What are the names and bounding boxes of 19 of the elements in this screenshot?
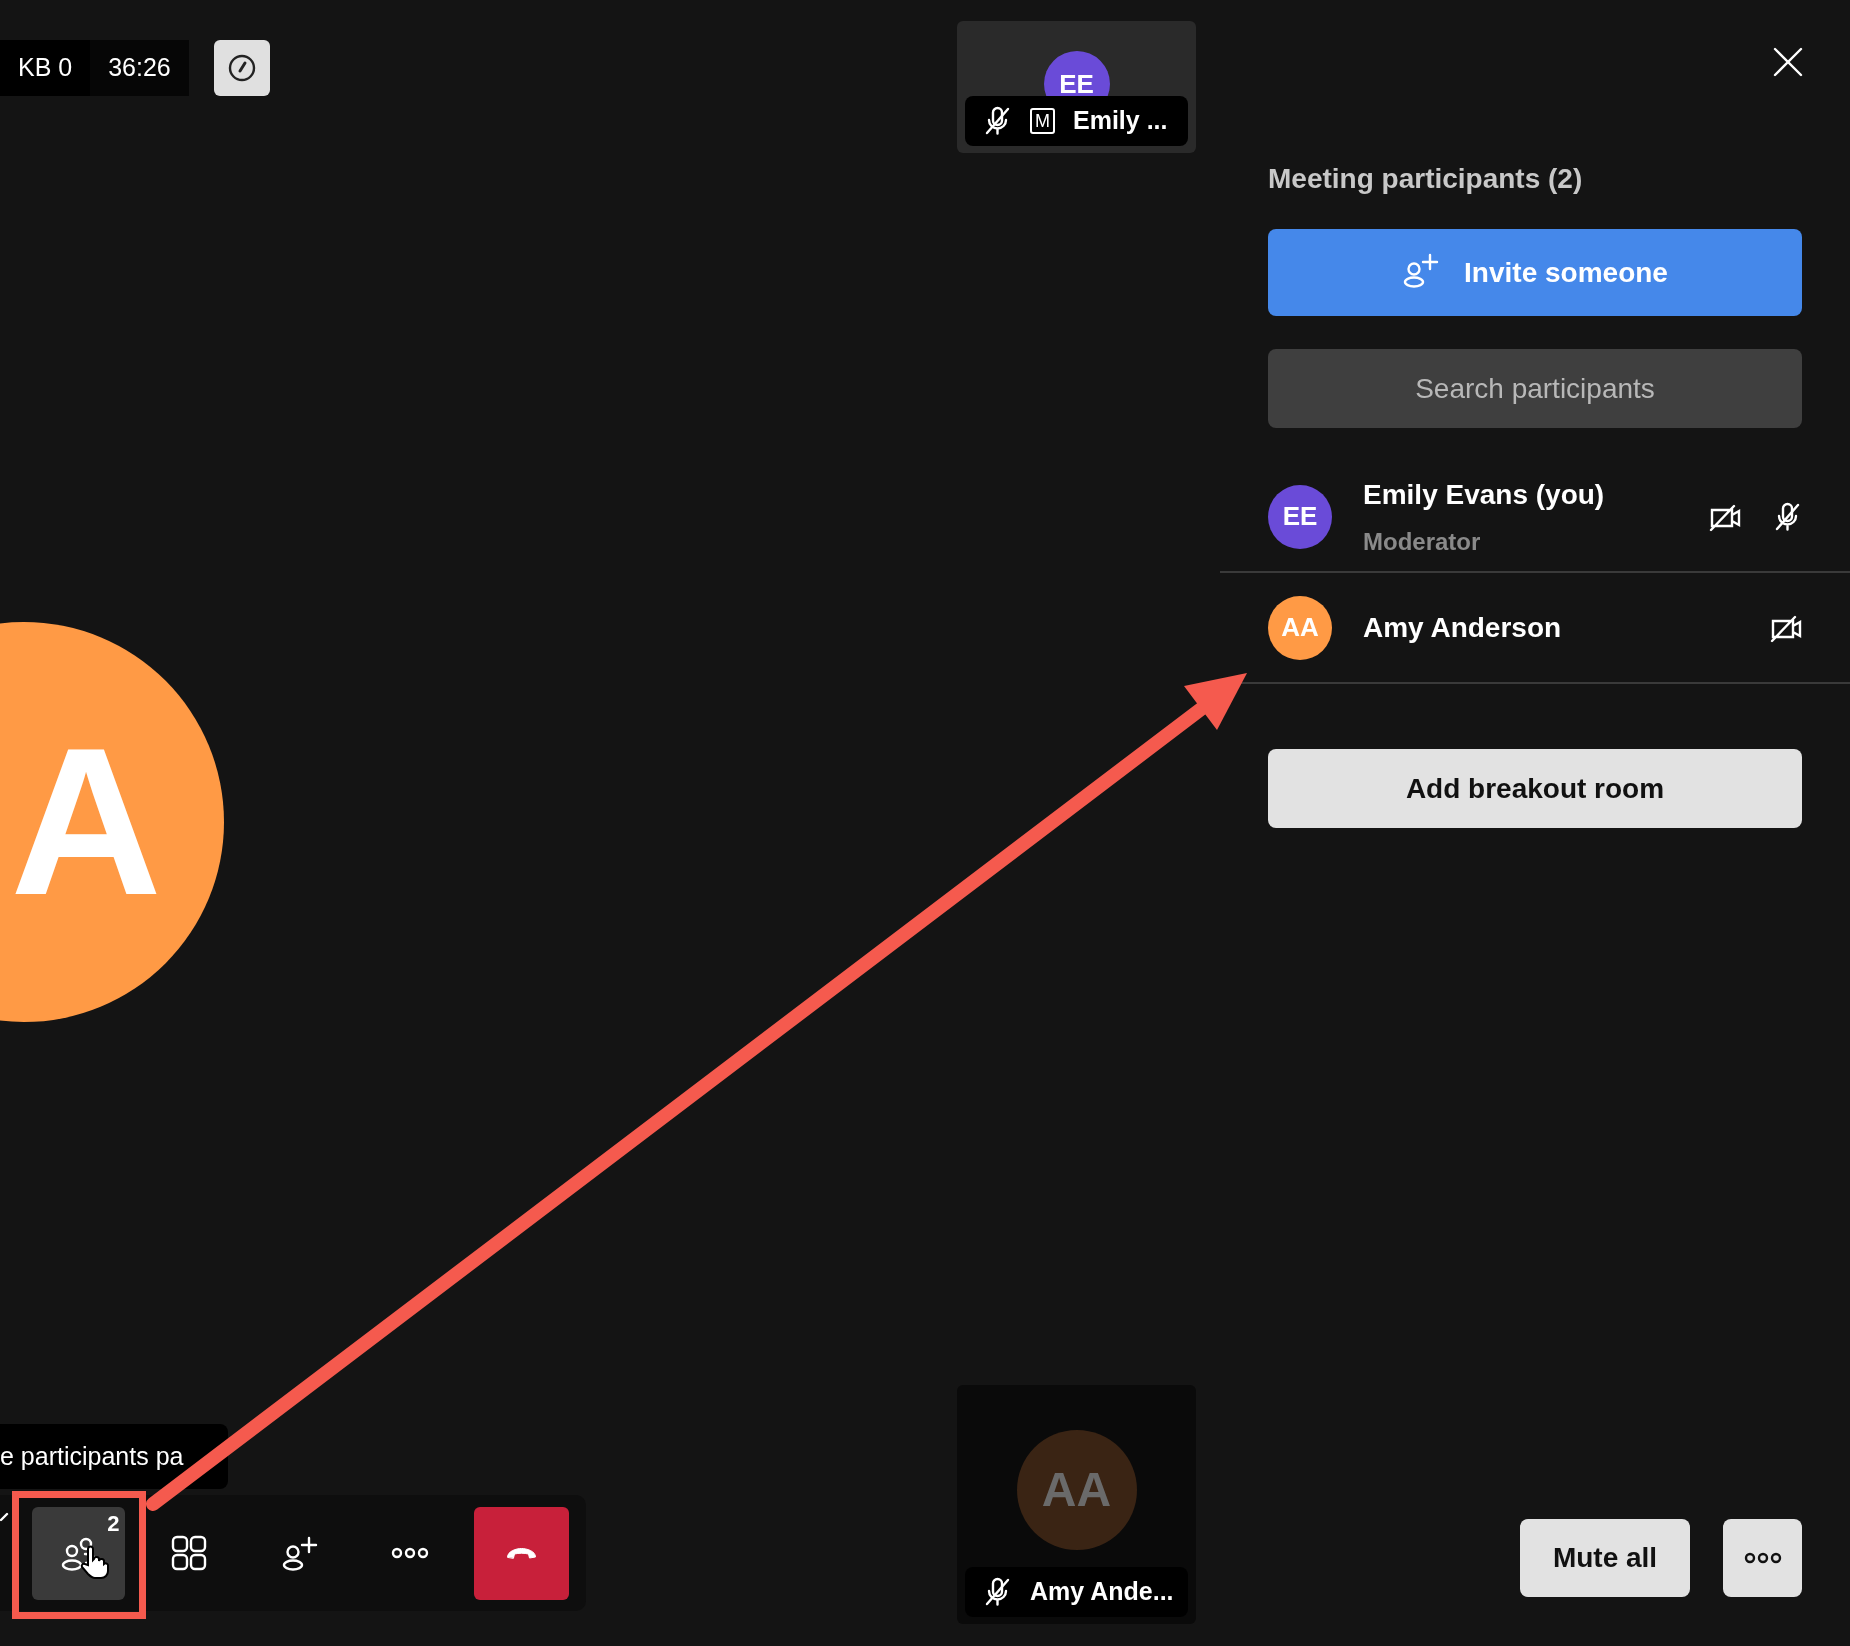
avatar-initials: A bbox=[10, 717, 162, 927]
breakout-room-button[interactable]: Add breakout room bbox=[1268, 749, 1802, 828]
toolbar-button[interactable]: 2 bbox=[32, 1506, 126, 1600]
invite-button[interactable]: Invite someone bbox=[1268, 229, 1802, 316]
avatar: AA bbox=[1268, 595, 1332, 660]
data-stat: KB 0 bbox=[17, 52, 74, 84]
panel-title: Meeting participants (2) bbox=[1268, 162, 1584, 196]
participant-name: Amy Ande... bbox=[1030, 1576, 1174, 1608]
avatar: AA bbox=[1016, 1430, 1137, 1550]
participant-name: Amy Anderson bbox=[1363, 610, 1562, 645]
search-field[interactable]: Search participants bbox=[1268, 349, 1802, 428]
moderator-badge: M bbox=[1030, 108, 1055, 134]
participant-role: Moderator bbox=[1363, 526, 1482, 557]
tooltip: e participants pa bbox=[0, 1424, 228, 1489]
avatar: EE bbox=[1268, 484, 1332, 549]
call-timer: 36:26 bbox=[90, 40, 189, 96]
mute-all-button[interactable]: Mute all bbox=[1520, 1519, 1690, 1597]
participant-count: 2 bbox=[107, 1509, 120, 1538]
participant-name: Emily Evans (you) bbox=[1363, 477, 1605, 512]
